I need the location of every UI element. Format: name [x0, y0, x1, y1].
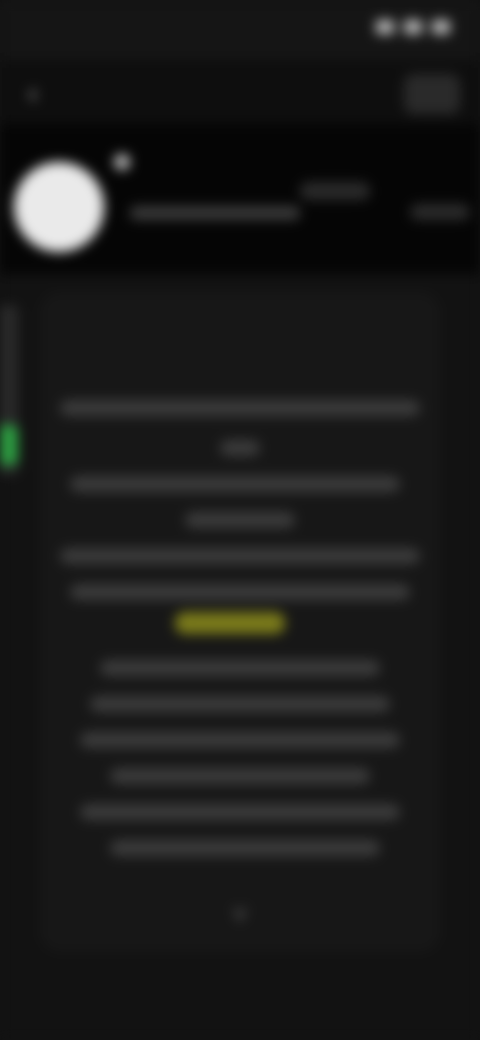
text-line: [60, 400, 420, 416]
profile-band: [0, 124, 480, 274]
top-app-bar: ‹: [0, 60, 480, 124]
back-arrow-icon[interactable]: ‹: [18, 78, 48, 108]
text-line: [100, 660, 380, 676]
battery-icon: [432, 20, 450, 34]
left-rail-accent: [0, 425, 18, 465]
avatar[interactable]: [14, 162, 104, 252]
app-screen: ‹ ˅: [0, 0, 480, 1040]
wifi-icon: [376, 20, 394, 34]
menu-icon[interactable]: [404, 74, 460, 114]
text-line: [110, 768, 370, 784]
text-line: [220, 440, 260, 456]
text-line: [60, 548, 420, 564]
profile-name: [130, 206, 300, 220]
text-line: [185, 512, 295, 528]
status-icons: [376, 20, 450, 34]
status-dot: [114, 154, 130, 170]
text-line: [90, 696, 390, 712]
chevron-down-icon[interactable]: ˅: [224, 898, 256, 930]
text-line: [70, 584, 410, 600]
profile-badge: [300, 182, 370, 200]
highlight-bar: [175, 612, 285, 634]
text-line: [80, 804, 400, 820]
text-line: [80, 732, 400, 748]
profile-subtitle: [410, 204, 470, 220]
signal-icon: [404, 20, 422, 34]
page-title: [140, 80, 340, 104]
text-line: [110, 840, 380, 856]
status-bar: [0, 0, 480, 60]
text-line: [70, 476, 400, 492]
